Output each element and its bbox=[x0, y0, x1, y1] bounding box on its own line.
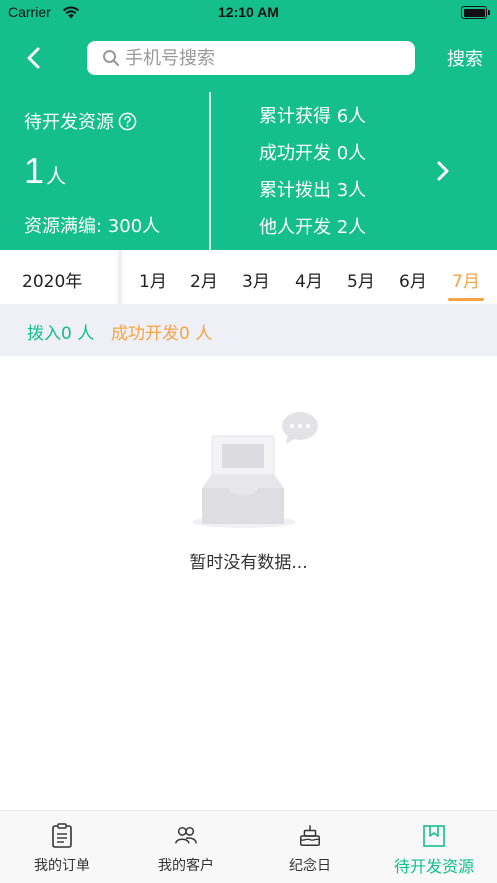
resource-count-unit: 人 bbox=[46, 164, 67, 188]
stat-total-obtained: 累计获得 6人 bbox=[259, 106, 367, 127]
resource-title-label: 待开发资源 bbox=[24, 112, 114, 133]
tab-pending-resources[interactable]: 待开发资源 bbox=[372, 811, 496, 883]
empty-inbox-icon bbox=[192, 412, 318, 528]
active-month-indicator bbox=[448, 298, 484, 301]
tab-pending-resources-label: 待开发资源 bbox=[393, 857, 474, 876]
tab-my-orders[interactable]: 我的订单 bbox=[0, 811, 124, 883]
month-tab-5[interactable]: 5月 bbox=[347, 267, 375, 292]
tab-my-customers-label: 我的客户 bbox=[158, 858, 214, 874]
stats-list: 累计获得 6人 成功开发 0人 累计拨出 3人 他人开发 2人 bbox=[259, 104, 366, 252]
cake-icon bbox=[300, 825, 320, 846]
search-box[interactable] bbox=[87, 41, 415, 75]
stats-divider bbox=[209, 92, 211, 250]
summary-dialed-in: 拨入0 人 bbox=[27, 324, 95, 344]
stat-total-dialed: 累计拨出 3人 bbox=[259, 180, 367, 201]
summary-bar: 拨入0 人 成功开发0 人 bbox=[0, 304, 497, 356]
users-icon bbox=[175, 826, 197, 844]
battery-icon bbox=[461, 6, 490, 19]
tab-my-orders-label: 我的订单 bbox=[34, 858, 90, 874]
resource-count: 1 人 bbox=[24, 150, 66, 192]
question-icon[interactable] bbox=[118, 112, 137, 131]
bookmark-box-icon bbox=[423, 825, 445, 847]
search-icon bbox=[103, 50, 120, 67]
resource-capacity: 资源满编: 300人 bbox=[24, 216, 161, 237]
nav-bar: 搜索 bbox=[0, 26, 497, 90]
month-tab-4[interactable]: 4月 bbox=[295, 267, 323, 292]
summary-success-developed: 成功开发0 人 bbox=[111, 324, 213, 344]
search-button[interactable]: 搜索 bbox=[447, 45, 483, 71]
tab-bar: 我的订单 我的客户 纪念日 待开发资源 bbox=[0, 810, 497, 883]
search-input[interactable] bbox=[125, 47, 405, 69]
resource-title: 待开发资源 bbox=[24, 108, 137, 134]
tab-anniversary[interactable]: 纪念日 bbox=[248, 811, 372, 883]
back-button[interactable] bbox=[18, 42, 50, 74]
clipboard-icon bbox=[52, 823, 72, 848]
empty-message: 暂时没有数据... bbox=[189, 553, 308, 573]
stats-detail-button[interactable] bbox=[432, 158, 454, 184]
status-bar: Carrier 12:10 AM bbox=[0, 0, 497, 26]
stats-panel: 待开发资源 1 人 资源满编: 300人 累计获得 6人 成功开发 0人 累计拨… bbox=[0, 90, 497, 250]
month-tab-7[interactable]: 7月 bbox=[452, 267, 480, 292]
month-selector: 2020年 1月 2月 3月 4月 5月 6月 7月 bbox=[0, 250, 497, 304]
year-separator bbox=[116, 250, 124, 304]
year-selector[interactable]: 2020年 bbox=[22, 267, 82, 292]
month-tab-1[interactable]: 1月 bbox=[139, 267, 167, 292]
chevron-left-icon bbox=[27, 47, 40, 69]
stat-others-developed: 他人开发 2人 bbox=[259, 217, 367, 238]
resource-count-number: 1 bbox=[24, 150, 45, 191]
chevron-right-icon bbox=[437, 161, 449, 181]
tab-anniversary-label: 纪念日 bbox=[289, 858, 331, 874]
tab-my-customers[interactable]: 我的客户 bbox=[124, 811, 248, 883]
clock: 12:10 AM bbox=[218, 4, 279, 20]
stat-success-developed: 成功开发 0人 bbox=[259, 143, 367, 164]
month-tab-3[interactable]: 3月 bbox=[242, 267, 270, 292]
month-tab-2[interactable]: 2月 bbox=[190, 267, 218, 292]
month-tab-6[interactable]: 6月 bbox=[399, 267, 427, 292]
